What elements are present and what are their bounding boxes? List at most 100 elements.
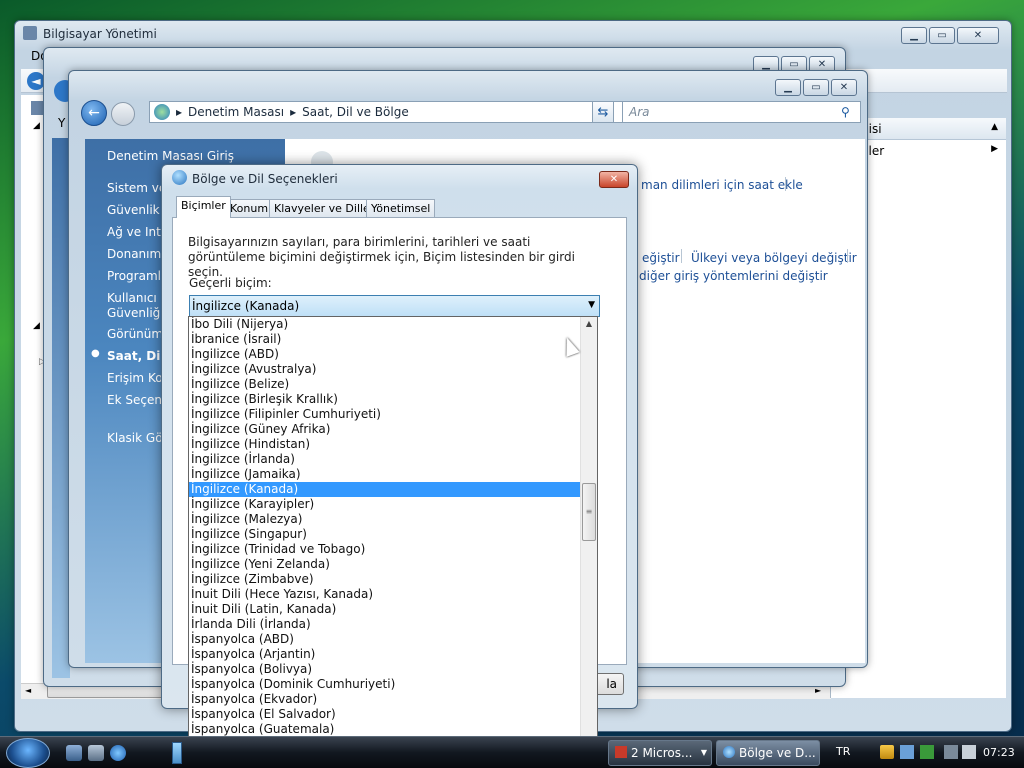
taskbar <box>0 736 1024 768</box>
format-option[interactable]: İngilizce (Yeni Zelanda) <box>189 557 597 572</box>
format-option[interactable]: İbranice (İsrail) <box>189 332 597 347</box>
scroll-left-icon[interactable]: ◄ <box>25 686 31 695</box>
format-option[interactable]: İngilizce (Güney Afrika) <box>189 422 597 437</box>
search-input[interactable]: Ara <box>622 101 861 123</box>
internet-explorer-icon[interactable] <box>110 745 126 761</box>
taskbar-item-label: 2 Micros... <box>631 746 693 760</box>
format-option[interactable]: İngilizce (Avustralya) <box>189 362 597 377</box>
format-dropdown-list[interactable]: İbo Dili (Nijerya) İbranice (İsrail) İngil… <box>188 316 598 768</box>
breadcrumb-control-panel[interactable]: Denetim Masası <box>188 105 284 119</box>
sidebar-item-programs[interactable]: Programla <box>107 269 168 283</box>
change-region-link[interactable]: Ülkeyi veya bölgeyi değiştir <box>691 251 857 265</box>
format-option[interactable]: İspanyolca (Ekvador) <box>189 692 597 707</box>
tray-app-icon[interactable] <box>900 745 914 759</box>
format-option[interactable]: İngilizce (İrlanda) <box>189 452 597 467</box>
tab-keyboards-languages[interactable]: Klavyeler ve Diller <box>269 199 380 218</box>
refresh-icon[interactable]: ⇆ <box>592 101 614 123</box>
change-input-methods-link[interactable]: diğer giriş yöntemlerini değiştir <box>639 269 828 283</box>
link-separator <box>785 177 786 191</box>
taskbar-item-microsoft-group[interactable]: 2 Micros... ▼ <box>608 740 712 766</box>
language-indicator[interactable]: TR <box>836 745 850 758</box>
clock[interactable]: 07:23 <box>983 746 1015 759</box>
app-icon <box>615 746 627 758</box>
taskbar-item-region-dialog[interactable]: Bölge ve D... <box>716 740 820 766</box>
format-option[interactable]: İngilizce (ABD) <box>189 347 597 362</box>
chevron-down-icon[interactable]: ▼ <box>588 300 595 310</box>
scroll-up-icon[interactable]: ▲ <box>581 319 597 333</box>
current-bullet-icon: ● <box>91 348 100 359</box>
scroll-thumb[interactable]: ≡ <box>582 483 596 541</box>
security-shield-icon[interactable] <box>880 745 894 759</box>
switch-windows-icon[interactable] <box>88 745 104 761</box>
expand-icon[interactable]: ◢ <box>33 321 40 331</box>
scroll-right-icon[interactable]: ► <box>815 686 821 695</box>
forward-icon[interactable] <box>111 102 135 126</box>
tab-location[interactable]: Konum <box>225 199 274 218</box>
format-option[interactable]: İngilizce (Malezya) <box>189 512 597 527</box>
tray-update-icon[interactable] <box>920 745 934 759</box>
format-option[interactable]: İspanyolca (Dominik Cumhuriyeti) <box>189 677 597 692</box>
submenu-arrow-icon: ▶ <box>991 144 998 154</box>
current-format-dropdown[interactable]: İngilizce (Kanada) ▼ <box>189 295 600 317</box>
globe-icon <box>172 170 187 185</box>
chevron-down-icon: ▼ <box>700 748 707 757</box>
toolbar-hint-text: Y <box>58 116 66 130</box>
format-option[interactable]: İngilizce (Singapur) <box>189 527 597 542</box>
close-button[interactable]: ✕ <box>957 27 999 44</box>
add-clocks-link[interactable]: man dilimleri için saat ekle <box>641 178 803 192</box>
minimize-button[interactable]: ▁ <box>901 27 927 44</box>
format-option[interactable]: İngilizce (Kanada) <box>189 482 597 497</box>
collapse-up-icon[interactable]: ▲ <box>991 122 998 132</box>
maximize-button[interactable]: ▭ <box>929 27 955 44</box>
start-button[interactable] <box>6 738 50 768</box>
format-option[interactable]: İngilizce (Hindistan) <box>189 437 597 452</box>
navigation-buttons: ← <box>73 97 145 127</box>
change-format-link[interactable]: eğiştir <box>642 251 680 265</box>
formats-description: Bilgisayarınızın sayıları, para birimler… <box>188 235 575 279</box>
format-option[interactable]: İngilizce (Filipinler Cumhuriyeti) <box>189 407 597 422</box>
link-separator <box>847 249 848 263</box>
tab-administrative[interactable]: Yönetimsel <box>366 199 436 218</box>
search-icon[interactable]: ⚲ <box>841 105 850 119</box>
sidebar-item-security[interactable]: Güvenlik <box>107 203 160 217</box>
format-option[interactable]: İspanyolca (Bolivya) <box>189 662 597 677</box>
breadcrumb-separator-icon: ▸ <box>290 105 297 119</box>
globe-icon <box>723 746 735 758</box>
sidebar-item-user-accounts-2[interactable]: Güvenliği <box>107 306 164 320</box>
format-option[interactable]: İngilizce (Zimbabve) <box>189 572 597 587</box>
format-option[interactable]: İspanyolca (Guatemala) <box>189 722 597 737</box>
network-icon[interactable] <box>944 745 958 759</box>
breadcrumb-clock-language-region[interactable]: Saat, Dil ve Bölge <box>302 105 409 119</box>
close-button[interactable]: ✕ <box>831 79 857 96</box>
address-bar[interactable]: ▸ Denetim Masası ▸ Saat, Dil ve Bölge ▼ <box>149 101 661 123</box>
computer-management-icon <box>23 26 37 40</box>
format-option[interactable]: İspanyolca (ABD) <box>189 632 597 647</box>
current-format-value: İngilizce (Kanada) <box>192 299 300 313</box>
volume-icon[interactable] <box>962 745 976 759</box>
maximize-button[interactable]: ▭ <box>803 79 829 96</box>
format-option[interactable]: İbo Dili (Nijerya) <box>189 317 597 332</box>
format-option[interactable]: İngilizce (Birleşik Krallık) <box>189 392 597 407</box>
format-options: İbo Dili (Nijerya) İbranice (İsrail) İngil… <box>189 317 597 767</box>
tab-formats[interactable]: Biçimler <box>176 196 231 218</box>
format-option[interactable]: İngilizce (Jamaika) <box>189 467 597 482</box>
format-option[interactable]: İngilizce (Trinidad ve Tobago) <box>189 542 597 557</box>
minimize-button[interactable]: ▁ <box>775 79 801 96</box>
window-title: Bilgisayar Yönetimi <box>43 27 157 41</box>
taskbar-item-partial[interactable] <box>172 742 182 764</box>
format-option[interactable]: İrlanda Dili (İrlanda) <box>189 617 597 632</box>
expand-icon[interactable]: ◢ <box>33 121 40 131</box>
format-option[interactable]: İngilizce (Belize) <box>189 377 597 392</box>
back-icon[interactable]: ← <box>81 100 107 126</box>
current-format-label: Geçerli biçim: <box>189 276 272 290</box>
show-desktop-icon[interactable] <box>66 745 82 761</box>
format-option[interactable]: İspanyolca (Arjantin) <box>189 647 597 662</box>
breadcrumb-separator-icon: ▸ <box>176 105 183 119</box>
sidebar-home-link[interactable]: Denetim Masası Giriş <box>107 149 234 163</box>
format-option[interactable]: İngilizce (Karayipler) <box>189 497 597 512</box>
format-option[interactable]: İnuit Dili (Hece Yazısı, Kanada) <box>189 587 597 602</box>
format-option[interactable]: İspanyolca (El Salvador) <box>189 707 597 722</box>
format-option[interactable]: İnuit Dili (Latin, Kanada) <box>189 602 597 617</box>
close-button[interactable]: ✕ <box>599 171 629 188</box>
vertical-scrollbar[interactable]: ▲ ≡ <box>580 317 597 767</box>
